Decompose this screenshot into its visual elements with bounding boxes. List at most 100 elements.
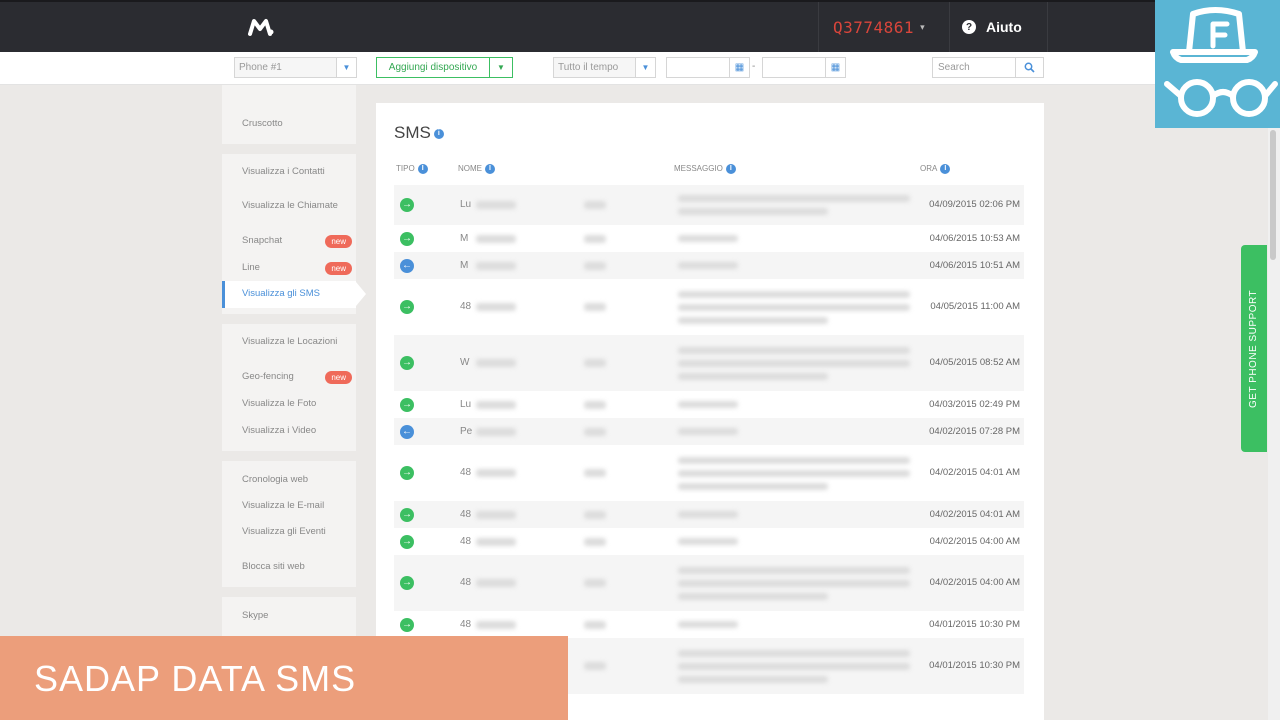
sidebar-item[interactable]: Visualizza gli Eventi	[222, 520, 356, 554]
redacted-name	[476, 400, 516, 409]
sidebar-item[interactable]: Blocca siti web	[222, 554, 356, 581]
outgoing-arrow-icon: →	[400, 617, 414, 632]
help-label: Aiuto	[986, 19, 1022, 35]
sidebar-item[interactable]: Geo-fencing new	[222, 364, 356, 391]
sms-panel: SMS i TIPO i NOME i MESSAGGIO i ORA i → Lu 04/0…	[376, 103, 1044, 720]
sidebar-item[interactable]: Visualizza i Video	[222, 418, 356, 445]
sidebar-item[interactable]: Cruscotto	[222, 111, 356, 138]
sidebar-item-label: Visualizza i Video	[242, 424, 317, 436]
info-icon: i	[485, 164, 495, 174]
redacted-message-line	[678, 592, 828, 600]
sidebar-item[interactable]: Visualizza le E-mail	[222, 493, 356, 520]
redacted-message-line	[678, 235, 738, 242]
end-date-input[interactable]: ▦	[762, 57, 846, 78]
account-menu[interactable]: Q3774861 ▾	[818, 2, 950, 52]
add-device-dropdown[interactable]: ▼	[490, 57, 513, 78]
contact-name: Lu	[460, 398, 472, 410]
search-input[interactable]: Search	[932, 57, 1016, 78]
sidebar-item-label: Visualizza le E-mail	[242, 500, 325, 512]
sidebar-item[interactable]: Visualizza le Chiamate	[222, 194, 356, 228]
sidebar-item-label: Visualizza gli SMS	[242, 288, 320, 300]
sidebar-item-label: Visualizza gli Eventi	[242, 526, 326, 538]
message-time: 04/02/2015 04:00 AM	[929, 577, 1020, 588]
time-range-select[interactable]: Tutto il tempo ▼	[553, 57, 656, 78]
app-logo[interactable]	[248, 16, 274, 38]
redacted-message-line	[678, 372, 828, 380]
message-time: 04/01/2015 10:30 PM	[929, 660, 1020, 671]
redacted-message-line	[678, 675, 828, 683]
contact-name: Lu	[460, 199, 472, 210]
table-row[interactable]: → 48 04/02/2015 04:00 AM	[394, 555, 1024, 611]
sidebar-item[interactable]: Cronologia web	[222, 467, 356, 494]
message-time: 04/02/2015 04:01 AM	[929, 467, 1020, 478]
table-row[interactable]: → Lu 04/09/2015 02:06 PM	[394, 185, 1024, 225]
search-button[interactable]	[1016, 57, 1044, 78]
table-row[interactable]: → 48 04/02/2015 04:00 AM	[394, 528, 1024, 555]
add-device-button[interactable]: Aggiungi dispositivo	[376, 57, 490, 78]
redacted-number	[584, 261, 606, 270]
table-row[interactable]: → 48 04/05/2015 11:00 AM	[394, 279, 1024, 335]
redacted-name	[476, 303, 516, 311]
sidebar-item[interactable]: Skype	[222, 603, 356, 630]
redacted-name	[476, 261, 516, 270]
calendar-icon[interactable]: ▦	[825, 58, 845, 77]
sidebar-item[interactable]: Snapchat new	[222, 228, 356, 255]
incognito-logo	[1155, 0, 1280, 128]
sidebar-item[interactable]: Visualizza le Foto	[222, 391, 356, 418]
sidebar-item[interactable]: Visualizza i Contatti	[222, 160, 356, 194]
contact-name: 48	[460, 301, 472, 312]
logo-m-icon	[248, 19, 274, 36]
contact-name: 48	[460, 618, 472, 630]
scrollbar-thumb[interactable]	[1270, 130, 1276, 260]
redacted-name	[476, 234, 516, 243]
message-time: 04/05/2015 08:52 AM	[929, 357, 1020, 368]
sidebar-item[interactable]: Visualizza le Locazioni	[222, 330, 356, 364]
sidebar-item-label: Visualizza i Contatti	[242, 165, 325, 177]
table-row[interactable]: → W 04/05/2015 08:52 AM	[394, 335, 1024, 391]
banner-title: SADAP DATA SMS	[34, 658, 357, 699]
phone-select-value: Phone #1	[239, 62, 282, 73]
phone-select[interactable]: Phone #1 ▼	[234, 57, 357, 78]
sidebar-divider	[222, 586, 356, 597]
question-icon: ?	[962, 20, 976, 34]
redacted-message-line	[678, 538, 738, 545]
col-header-message: MESSAGGIO i	[674, 164, 736, 174]
help-button[interactable]: ? Aiuto	[950, 2, 1048, 52]
table-row[interactable]: → Lu 04/03/2015 02:49 PM	[394, 391, 1024, 418]
contact-name: 48	[460, 508, 472, 520]
new-badge: new	[325, 261, 352, 275]
start-date-input[interactable]: ▦	[666, 57, 750, 78]
sidebar-divider	[222, 314, 356, 325]
outgoing-arrow-icon: →	[400, 507, 414, 522]
table-row[interactable]: ← M 04/06/2015 10:51 AM	[394, 252, 1024, 279]
redacted-name	[476, 469, 516, 477]
chevron-down-icon: ▾	[920, 21, 925, 32]
redacted-message-line	[678, 621, 738, 628]
table-row[interactable]: → 48 04/01/2015 10:30 PM	[394, 611, 1024, 638]
phone-support-label[interactable]: GET PHONE SUPPORT	[1241, 245, 1267, 452]
info-icon[interactable]: i	[433, 128, 444, 139]
message-time: 04/02/2015 04:01 AM	[929, 508, 1020, 520]
search-icon	[1024, 62, 1035, 73]
table-row[interactable]: → 48 04/02/2015 04:01 AM	[394, 501, 1024, 528]
col-header-name: NOME i	[458, 164, 495, 174]
redacted-message-line	[678, 579, 910, 587]
table-row[interactable]: → 48 04/02/2015 04:01 AM	[394, 445, 1024, 501]
sidebar-item[interactable]: Visualizza gli SMS	[222, 281, 366, 309]
contact-name: W	[460, 357, 470, 368]
outgoing-arrow-icon: →	[400, 534, 414, 549]
col-header-time: ORA i	[920, 164, 951, 174]
sidebar-item-label: Geo-fencing	[242, 371, 294, 383]
redacted-name	[476, 620, 516, 629]
contact-name: M	[460, 259, 469, 271]
spy-hat-glasses-icon	[1164, 7, 1278, 117]
sidebar-item-label: Visualizza le Foto	[242, 397, 317, 409]
sidebar-item-label: Visualizza le Locazioni	[242, 336, 338, 348]
table-row[interactable]: ← Pe 04/02/2015 07:28 PM	[394, 418, 1024, 445]
outgoing-arrow-icon: →	[400, 231, 414, 246]
info-icon: i	[725, 164, 736, 174]
redacted-message-line	[678, 208, 828, 215]
sidebar-item[interactable]: Line new	[222, 255, 356, 282]
calendar-icon[interactable]: ▦	[729, 58, 749, 77]
table-row[interactable]: → M 04/06/2015 10:53 AM	[394, 225, 1024, 252]
